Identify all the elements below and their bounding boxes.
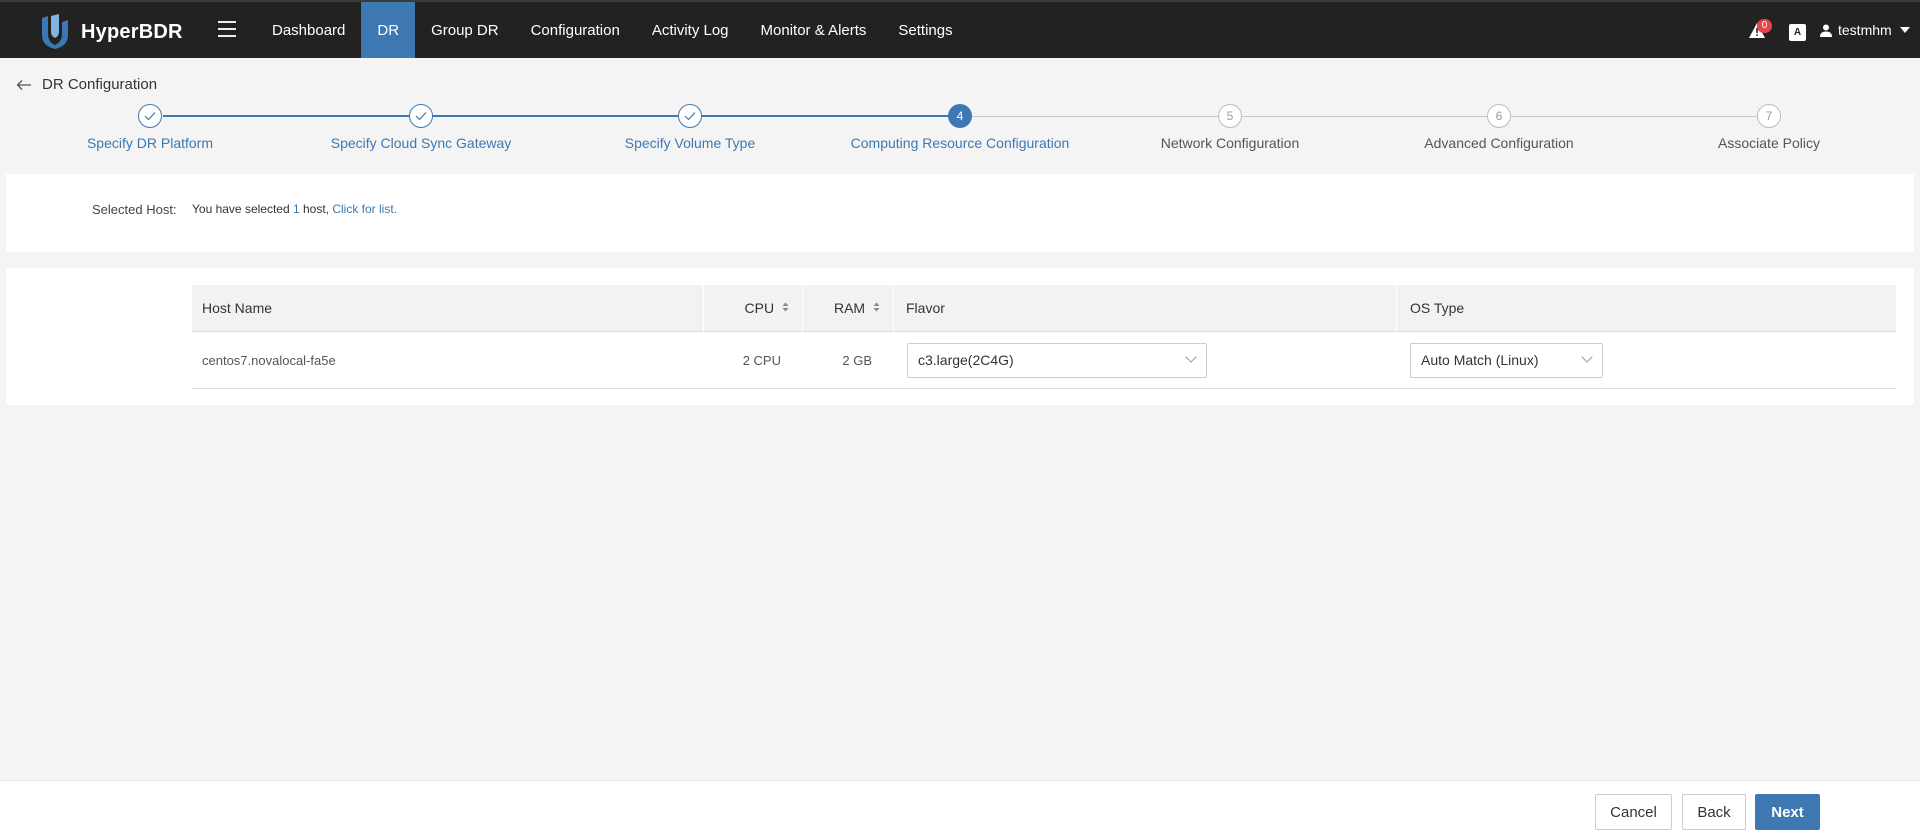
nav-item-monitor-alerts[interactable]: Monitor & Alerts (745, 2, 883, 58)
nav-item-activity-log[interactable]: Activity Log (636, 2, 745, 58)
main-nav: Dashboard DR Group DR Configuration Acti… (256, 2, 969, 58)
column-header-host-name: Host Name (192, 285, 704, 332)
computing-resource-panel: Host Name CPU RAM Flavor OS Type centos7… (6, 268, 1914, 405)
summary-prefix: You have selected (192, 202, 293, 216)
column-header-flavor: Flavor (894, 285, 1397, 332)
username: testmhm (1838, 22, 1892, 38)
step-label: Specify Cloud Sync Gateway (330, 135, 512, 151)
next-button[interactable]: Next (1755, 794, 1820, 830)
nav-item-configuration[interactable]: Configuration (515, 2, 636, 58)
os-type-selected-value: Auto Match (Linux) (1421, 352, 1539, 368)
step-label: Specify DR Platform (86, 135, 214, 151)
back-button[interactable]: Back (1682, 794, 1746, 830)
step-label: Specify Volume Type (624, 135, 756, 151)
alert-count-badge: 0 (1757, 19, 1772, 33)
back-arrow-icon[interactable] (16, 79, 32, 91)
step-label: Computing Resource Configuration (850, 135, 1070, 151)
logo[interactable]: HyperBDR (38, 14, 183, 50)
check-icon (409, 104, 433, 128)
step-5[interactable]: 5 Network Configuration (1095, 104, 1365, 151)
check-icon (138, 104, 162, 128)
hyperbdr-logo-icon (42, 14, 68, 49)
os-type-cell: Auto Match (Linux) (1397, 332, 1896, 389)
top-navigation-bar: HyperBDR Dashboard DR Group DR Configura… (0, 0, 1920, 58)
column-header-os-type: OS Type (1410, 300, 1465, 316)
step-label: Network Configuration (1160, 135, 1300, 151)
cancel-button[interactable]: Cancel (1595, 794, 1672, 830)
flavor-selected-value: c3.large(2C4G) (918, 352, 1014, 368)
table-header: Host Name CPU RAM Flavor OS Type (192, 285, 1896, 332)
step-number: 6 (1487, 104, 1511, 128)
nav-item-dashboard[interactable]: Dashboard (256, 2, 361, 58)
selected-host-summary: You have selected 1 host, Click for list… (192, 202, 397, 216)
selected-host-panel: Selected Host: You have selected 1 host,… (6, 174, 1914, 252)
step-number: 4 (948, 104, 972, 128)
step-number: 5 (1218, 104, 1242, 128)
host-count: 1 (292, 202, 300, 216)
flavor-cell: c3.large(2C4G) (894, 332, 1397, 389)
chevron-down-icon (1899, 27, 1910, 33)
page-title: DR Configuration (42, 76, 158, 93)
os-type-select[interactable]: Auto Match (Linux) (1410, 343, 1603, 378)
step-7[interactable]: 7 Associate Policy (1634, 104, 1904, 151)
table-row: centos7.novalocal-fa5e 2 CPU 2 GB c3.lar… (192, 332, 1896, 389)
ram-cell: 2 GB (842, 353, 872, 368)
nav-item-settings[interactable]: Settings (882, 2, 968, 58)
summary-suffix: host, (299, 202, 333, 216)
wizard-footer: Cancel Back Next (0, 780, 1920, 840)
check-icon (678, 104, 702, 128)
user-icon (1820, 24, 1832, 37)
step-number: 7 (1757, 104, 1781, 128)
sort-icon[interactable] (873, 301, 880, 313)
app-name: HyperBDR (81, 20, 183, 43)
flavor-select[interactable]: c3.large(2C4G) (907, 343, 1207, 378)
nav-item-dr[interactable]: DR (361, 2, 416, 58)
host-name-cell: centos7.novalocal-fa5e (202, 353, 336, 368)
chevron-down-icon (1185, 351, 1197, 363)
sort-icon[interactable] (782, 301, 789, 313)
nav-item-group-dr[interactable]: Group DR (415, 2, 515, 58)
step-6[interactable]: 6 Advanced Configuration (1364, 104, 1634, 151)
selected-host-label: Selected Host: (92, 202, 177, 217)
menu-toggle-icon[interactable] (218, 21, 236, 37)
step-1[interactable]: Specify DR Platform (15, 104, 285, 151)
chevron-down-icon (1581, 351, 1593, 363)
cpu-cell: 2 CPU (742, 353, 781, 368)
host-table: Host Name CPU RAM Flavor OS Type centos7… (192, 285, 1896, 389)
step-4[interactable]: 4 Computing Resource Configuration (825, 104, 1095, 151)
step-label: Associate Policy (1718, 135, 1820, 151)
column-header-ram[interactable]: RAM (803, 285, 894, 332)
host-list-link[interactable]: Click for list. (332, 202, 397, 216)
step-3[interactable]: Specify Volume Type (555, 104, 825, 151)
step-label: Advanced Configuration (1424, 135, 1574, 151)
user-menu[interactable]: testmhm (1820, 22, 1910, 38)
breadcrumb: DR Configuration (16, 76, 157, 93)
column-header-cpu[interactable]: CPU (704, 285, 803, 332)
language-icon[interactable]: A (1789, 24, 1806, 41)
wizard-stepper: Specify DR Platform Specify Cloud Sync G… (0, 104, 1920, 156)
step-2[interactable]: Specify Cloud Sync Gateway (286, 104, 556, 151)
